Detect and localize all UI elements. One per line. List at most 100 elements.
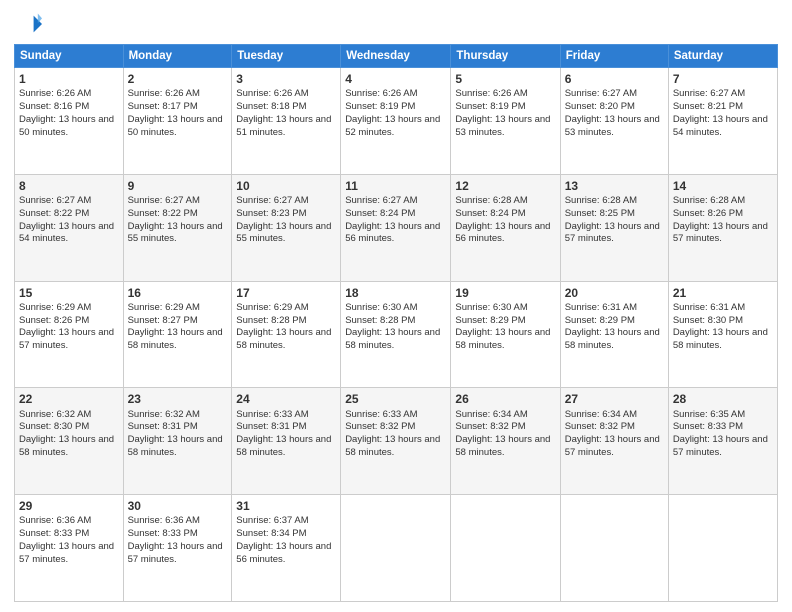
sunset: Sunset: 8:23 PM — [236, 208, 306, 219]
sunset: Sunset: 8:31 PM — [236, 421, 306, 432]
daylight: Daylight: 13 hours and 55 minutes. — [236, 221, 331, 245]
day-cell: 19Sunrise: 6:30 AMSunset: 8:29 PMDayligh… — [451, 281, 560, 388]
sunset: Sunset: 8:32 PM — [565, 421, 635, 432]
daylight: Daylight: 13 hours and 51 minutes. — [236, 114, 331, 138]
daylight: Daylight: 13 hours and 57 minutes. — [128, 541, 223, 565]
sunrise: Sunrise: 6:28 AM — [455, 195, 527, 206]
daylight: Daylight: 13 hours and 58 minutes. — [565, 327, 660, 351]
day-cell: 22Sunrise: 6:32 AMSunset: 8:30 PMDayligh… — [15, 388, 124, 495]
daylight: Daylight: 13 hours and 57 minutes. — [19, 541, 114, 565]
day-number: 16 — [128, 285, 228, 301]
day-cell: 30Sunrise: 6:36 AMSunset: 8:33 PMDayligh… — [123, 495, 232, 602]
day-number: 31 — [236, 498, 336, 514]
day-number: 29 — [19, 498, 119, 514]
sunrise: Sunrise: 6:35 AM — [673, 409, 745, 420]
header-tuesday: Tuesday — [232, 45, 341, 68]
day-cell: 5Sunrise: 6:26 AMSunset: 8:19 PMDaylight… — [451, 68, 560, 175]
week-row-1: 1 Sunrise: 6:26 AM Sunset: 8:16 PM Daylight… — [15, 68, 778, 175]
page: SundayMondayTuesdayWednesdayThursdayFrid… — [0, 0, 792, 612]
day-cell: 2Sunrise: 6:26 AMSunset: 8:17 PMDaylight… — [123, 68, 232, 175]
sunrise: Sunrise: 6:28 AM — [565, 195, 637, 206]
daylight: Daylight: 13 hours and 57 minutes. — [565, 221, 660, 245]
sunset: Sunset: 8:29 PM — [565, 315, 635, 326]
sunset: Sunset: 8:16 PM — [19, 101, 89, 112]
sunrise: Sunrise: 6:32 AM — [19, 409, 91, 420]
day-number: 10 — [236, 178, 336, 194]
daylight: Daylight: 13 hours and 57 minutes. — [673, 221, 768, 245]
daylight: Daylight: 13 hours and 54 minutes. — [19, 221, 114, 245]
sunset: Sunset: 8:24 PM — [345, 208, 415, 219]
daylight: Daylight: 13 hours and 53 minutes. — [455, 114, 550, 138]
day-cell: 24Sunrise: 6:33 AMSunset: 8:31 PMDayligh… — [232, 388, 341, 495]
day-number: 23 — [128, 391, 228, 407]
sunset: Sunset: 8:22 PM — [19, 208, 89, 219]
day-cell: 21Sunrise: 6:31 AMSunset: 8:30 PMDayligh… — [668, 281, 777, 388]
day-number: 15 — [19, 285, 119, 301]
day-cell — [560, 495, 668, 602]
daylight: Daylight: 13 hours and 53 minutes. — [565, 114, 660, 138]
day-cell: 23Sunrise: 6:32 AMSunset: 8:31 PMDayligh… — [123, 388, 232, 495]
daylight: Daylight: 13 hours and 58 minutes. — [19, 434, 114, 458]
sunset: Sunset: 8:32 PM — [345, 421, 415, 432]
sunrise: Sunrise: 6:33 AM — [236, 409, 308, 420]
day-number: 12 — [455, 178, 555, 194]
day-cell: 14Sunrise: 6:28 AMSunset: 8:26 PMDayligh… — [668, 174, 777, 281]
sunrise: Sunrise: 6:27 AM — [236, 195, 308, 206]
day-cell: 26Sunrise: 6:34 AMSunset: 8:32 PMDayligh… — [451, 388, 560, 495]
day-number: 21 — [673, 285, 773, 301]
sunrise: Sunrise: 6:26 AM — [128, 88, 200, 99]
sunset: Sunset: 8:25 PM — [565, 208, 635, 219]
sunrise: Sunrise: 6:29 AM — [19, 302, 91, 313]
day-number: 22 — [19, 391, 119, 407]
day-number: 3 — [236, 71, 336, 87]
day-number: 2 — [128, 71, 228, 87]
sunset: Sunset: 8:27 PM — [128, 315, 198, 326]
sunrise: Sunrise: 6:29 AM — [128, 302, 200, 313]
sunset: Sunset: 8:28 PM — [236, 315, 306, 326]
day-number: 1 — [19, 71, 119, 87]
sunset: Sunset: 8:20 PM — [565, 101, 635, 112]
day-number: 30 — [128, 498, 228, 514]
header-thursday: Thursday — [451, 45, 560, 68]
sunset: Sunset: 8:28 PM — [345, 315, 415, 326]
day-cell: 1Sunrise: 6:26 AMSunset: 8:16 PMDaylight… — [15, 68, 124, 175]
logo — [14, 10, 46, 38]
header-wednesday: Wednesday — [341, 45, 451, 68]
sunrise: Sunrise: 6:27 AM — [345, 195, 417, 206]
daylight: Daylight: 13 hours and 56 minutes. — [236, 541, 331, 565]
daylight: Daylight: 13 hours and 52 minutes. — [345, 114, 440, 138]
sunrise: Sunrise: 6:36 AM — [19, 515, 91, 526]
day-cell: 29Sunrise: 6:36 AMSunset: 8:33 PMDayligh… — [15, 495, 124, 602]
sunset: Sunset: 8:34 PM — [236, 528, 306, 539]
day-number: 18 — [345, 285, 446, 301]
day-number: 28 — [673, 391, 773, 407]
sunrise: Sunrise: 6:33 AM — [345, 409, 417, 420]
sunrise: Sunrise: 6:26 AM — [455, 88, 527, 99]
day-number: 4 — [345, 71, 446, 87]
day-number: 13 — [565, 178, 664, 194]
day-cell: 7Sunrise: 6:27 AMSunset: 8:21 PMDaylight… — [668, 68, 777, 175]
daylight: Daylight: 13 hours and 56 minutes. — [345, 221, 440, 245]
daylight: Daylight: 13 hours and 58 minutes. — [455, 327, 550, 351]
daylight: Daylight: 13 hours and 58 minutes. — [455, 434, 550, 458]
sunset: Sunset: 8:22 PM — [128, 208, 198, 219]
day-cell: 17Sunrise: 6:29 AMSunset: 8:28 PMDayligh… — [232, 281, 341, 388]
header-monday: Monday — [123, 45, 232, 68]
sunset: Sunset: 8:17 PM — [128, 101, 198, 112]
sunrise: Sunrise: 6:36 AM — [128, 515, 200, 526]
daylight: Daylight: 13 hours and 58 minutes. — [236, 327, 331, 351]
day-cell: 11Sunrise: 6:27 AMSunset: 8:24 PMDayligh… — [341, 174, 451, 281]
daylight: Daylight: 13 hours and 55 minutes. — [128, 221, 223, 245]
sunset: Sunset: 8:29 PM — [455, 315, 525, 326]
daylight: Daylight: 13 hours and 54 minutes. — [673, 114, 768, 138]
day-cell: 15Sunrise: 6:29 AMSunset: 8:26 PMDayligh… — [15, 281, 124, 388]
sunrise: Sunrise: 6:31 AM — [673, 302, 745, 313]
sunrise: Sunrise: 6:26 AM — [236, 88, 308, 99]
sunset: Sunset: 8:21 PM — [673, 101, 743, 112]
daylight: Daylight: 13 hours and 58 minutes. — [128, 434, 223, 458]
daylight: Daylight: 13 hours and 57 minutes. — [673, 434, 768, 458]
day-cell: 3Sunrise: 6:26 AMSunset: 8:18 PMDaylight… — [232, 68, 341, 175]
week-row-3: 15Sunrise: 6:29 AMSunset: 8:26 PMDayligh… — [15, 281, 778, 388]
week-row-5: 29Sunrise: 6:36 AMSunset: 8:33 PMDayligh… — [15, 495, 778, 602]
sunrise: Sunrise: 6:28 AM — [673, 195, 745, 206]
